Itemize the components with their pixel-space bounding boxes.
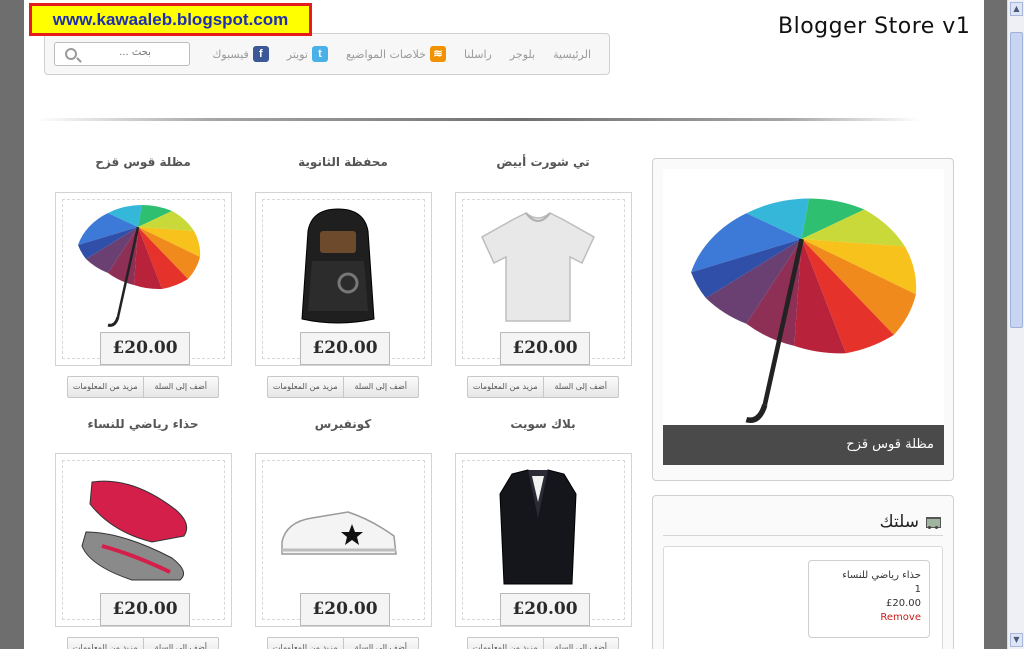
header-divider	[35, 118, 920, 121]
scroll-up-arrow-icon[interactable]: ▲	[1010, 2, 1023, 16]
store-title: Blogger Store v1	[778, 14, 971, 39]
nav-item-twitter[interactable]: t تويتر	[287, 46, 328, 62]
add-to-cart-button[interactable]: أضف إلى السلة	[542, 638, 619, 649]
nav-label[interactable]: تويتر	[287, 48, 308, 61]
remove-link[interactable]: Remove	[809, 611, 921, 625]
cart-panel: سلتك حذاء رياضي للنساء 1 £20.00 Remove	[652, 495, 954, 649]
product-card-converse[interactable]: £20.00	[255, 453, 432, 627]
cart-contents: حذاء رياضي للنساء 1 £20.00 Remove	[663, 546, 943, 649]
cart-item: حذاء رياضي للنساء 1 £20.00 Remove	[808, 560, 930, 638]
add-to-cart-button[interactable]: أضف إلى السلة	[142, 638, 219, 649]
featured-image-frame	[663, 169, 944, 427]
featured-product[interactable]: مظلة قوس قزح	[652, 158, 954, 481]
product-card-suit[interactable]: £20.00	[455, 453, 632, 627]
sneaker-image[interactable]	[272, 462, 404, 588]
more-info-button[interactable]: مزيد من المعلومات	[268, 638, 343, 649]
suit-image[interactable]	[472, 462, 604, 588]
product-title[interactable]: محفظة الثانوية	[255, 155, 431, 169]
search-input[interactable]	[85, 47, 185, 58]
product-actions: مزيد من المعلومات أضف إلى السلة	[267, 637, 419, 649]
facebook-icon[interactable]: f	[252, 46, 269, 62]
scrollbar-thumb[interactable]	[1010, 32, 1023, 328]
product-actions: مزيد من المعلومات أضف إلى السلة	[67, 637, 219, 649]
product-title[interactable]: بلاك سويت	[455, 417, 631, 431]
nav-bar: الرئيسية بلوجر راسلنا ≋ خلاصات المواضيع …	[44, 33, 610, 75]
more-info-button[interactable]: مزيد من المعلومات	[468, 638, 543, 649]
cart-item-price: £20.00	[886, 598, 921, 609]
scroll-down-arrow-icon[interactable]: ▼	[1010, 633, 1023, 647]
page-scrollbar[interactable]: ▲ ▼	[1007, 0, 1024, 649]
nav-label[interactable]: راسلنا	[464, 48, 492, 61]
add-to-cart-button[interactable]: أضف إلى السلة	[342, 377, 419, 397]
product-actions: مزيد من المعلومات أضف إلى السلة	[467, 376, 619, 398]
product-title[interactable]: مظلة قوس قزح	[55, 155, 231, 169]
nav-item-home[interactable]: الرئيسية	[553, 48, 591, 61]
more-info-button[interactable]: مزيد من المعلومات	[68, 638, 143, 649]
nav-item-facebook[interactable]: f فيسبوك	[212, 46, 269, 62]
more-info-button[interactable]: مزيد من المعلومات	[268, 377, 343, 397]
more-info-button[interactable]: مزيد من المعلومات	[468, 377, 543, 397]
price-tag: £20.00	[100, 332, 190, 365]
product-title[interactable]: كونفيرس	[255, 417, 431, 431]
cart-header: سلتك	[663, 508, 943, 536]
umbrella-image[interactable]	[72, 201, 204, 327]
nav-links: الرئيسية بلوجر راسلنا ≋ خلاصات المواضيع …	[212, 46, 591, 62]
price-tag: £20.00	[300, 593, 390, 626]
product-card-backpack[interactable]: £20.00	[255, 192, 432, 366]
cart-title: سلتك	[879, 511, 919, 532]
product-card-running-shoe[interactable]: £20.00	[55, 453, 232, 627]
backpack-image[interactable]	[272, 201, 404, 327]
product-title[interactable]: تي شورت أبيض	[455, 155, 631, 169]
add-to-cart-button[interactable]: أضف إلى السلة	[342, 638, 419, 649]
nav-label[interactable]: خلاصات المواضيع	[346, 48, 426, 61]
add-to-cart-button[interactable]: أضف إلى السلة	[142, 377, 219, 397]
nav-label[interactable]: فيسبوك	[212, 48, 248, 61]
product-card-tshirt[interactable]: £20.00	[455, 192, 632, 366]
product-title[interactable]: حذاء رياضي للنساء	[55, 417, 231, 431]
nav-item-contact[interactable]: راسلنا	[464, 48, 492, 61]
price-tag: £20.00	[100, 593, 190, 626]
product-actions: مزيد من المعلومات أضف إلى السلة	[267, 376, 419, 398]
watermark-banner: www.kawaaleb.blogspot.com	[29, 3, 312, 36]
price-tag: £20.00	[500, 332, 590, 365]
cart-item-qty: 1	[914, 584, 921, 595]
product-card-umbrella[interactable]: £20.00	[55, 192, 232, 366]
nav-item-feeds[interactable]: ≋ خلاصات المواضيع	[346, 46, 446, 62]
twitter-icon[interactable]: t	[312, 46, 328, 62]
product-actions: مزيد من المعلومات أضف إلى السلة	[67, 376, 219, 398]
nav-label[interactable]: الرئيسية	[553, 48, 591, 61]
price-tag: £20.00	[300, 332, 390, 365]
featured-caption[interactable]: مظلة قوس قزح	[663, 425, 944, 465]
more-info-button[interactable]: مزيد من المعلومات	[68, 377, 143, 397]
price-tag: £20.00	[500, 593, 590, 626]
product-actions: مزيد من المعلومات أضف إلى السلة	[467, 637, 619, 649]
nav-label[interactable]: بلوجر	[510, 48, 535, 61]
search-box[interactable]	[54, 42, 190, 66]
search-icon[interactable]	[65, 48, 77, 60]
rss-icon[interactable]: ≋	[429, 46, 446, 62]
nav-item-blogger[interactable]: بلوجر	[510, 48, 535, 61]
tshirt-image[interactable]	[472, 201, 604, 327]
featured-umbrella-image[interactable]	[663, 169, 944, 427]
add-to-cart-button[interactable]: أضف إلى السلة	[542, 377, 619, 397]
running-shoe-image[interactable]	[72, 462, 204, 588]
cart-icon	[925, 514, 941, 530]
cart-item-name: حذاء رياضي للنساء	[842, 570, 921, 581]
